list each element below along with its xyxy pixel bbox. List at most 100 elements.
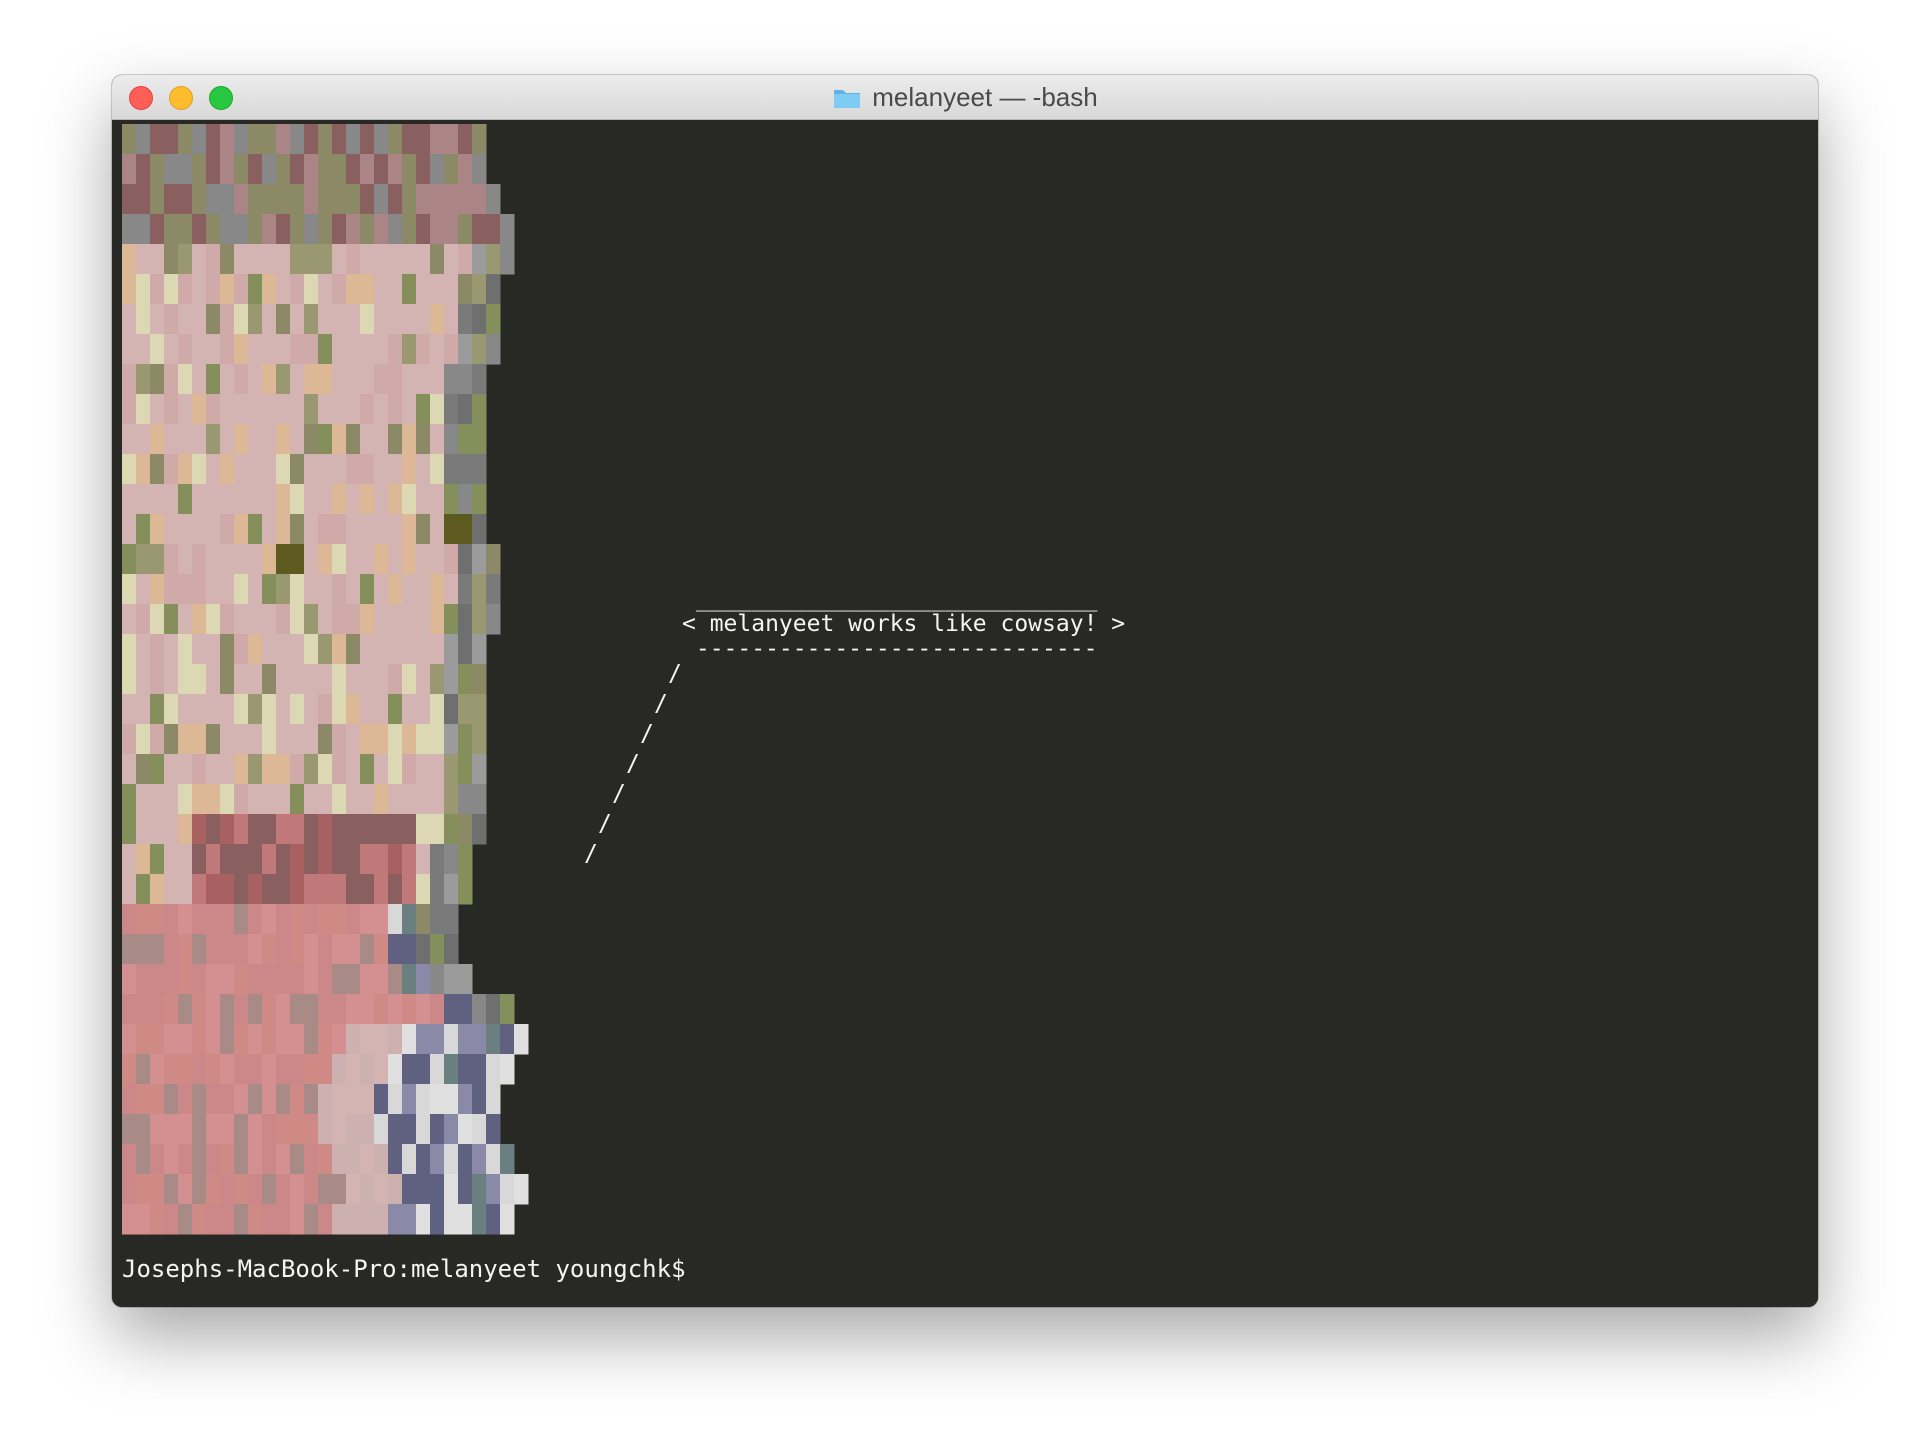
portrait-pixel (206, 274, 221, 305)
portrait-pixel (192, 844, 207, 875)
portrait-pixel (220, 814, 235, 845)
portrait-pixel (360, 544, 375, 575)
portrait-pixel (248, 754, 263, 785)
portrait-pixel (458, 814, 473, 845)
portrait-pixel (122, 1204, 137, 1235)
portrait-pixel (276, 154, 291, 185)
portrait-pixel (444, 724, 459, 755)
portrait-pixel (136, 424, 151, 455)
portrait-pixel (416, 754, 431, 785)
portrait-pixel (318, 514, 333, 545)
portrait-pixel (178, 544, 193, 575)
portrait-pixel (178, 1024, 193, 1055)
portrait-pixel (388, 844, 403, 875)
portrait-pixel (318, 754, 333, 785)
portrait-pixel (444, 544, 459, 575)
portrait-pixel (374, 274, 389, 305)
portrait-pixel (262, 904, 277, 935)
portrait-pixel (416, 1054, 431, 1085)
portrait-pixel (136, 484, 151, 515)
portrait-pixel (374, 394, 389, 425)
portrait-pixel (248, 874, 263, 905)
portrait-pixel (360, 874, 375, 905)
title-wrap: melanyeet — -bash (112, 75, 1818, 120)
portrait-pixel (444, 484, 459, 515)
portrait-pixel (346, 634, 361, 665)
portrait-pixel (164, 154, 179, 185)
portrait-pixel (304, 694, 319, 725)
portrait-pixel (304, 934, 319, 965)
terminal-content[interactable]: _____________________________ < melanyee… (112, 120, 1818, 1307)
pixel-portrait (122, 124, 529, 1235)
portrait-pixel (402, 1174, 417, 1205)
portrait-pixel (332, 154, 347, 185)
portrait-pixel (206, 964, 221, 995)
portrait-pixel (458, 694, 473, 725)
portrait-pixel (178, 994, 193, 1025)
portrait-pixel (388, 934, 403, 965)
portrait-pixel (276, 994, 291, 1025)
portrait-pixel (402, 1054, 417, 1085)
portrait-pixel (206, 364, 221, 395)
portrait-pixel (276, 724, 291, 755)
portrait-pixel (178, 1084, 193, 1115)
portrait-pixel (136, 604, 151, 635)
portrait-pixel (150, 184, 165, 215)
portrait-pixel (304, 544, 319, 575)
portrait-pixel (402, 784, 417, 815)
portrait-pixel (458, 274, 473, 305)
portrait-pixel (346, 694, 361, 725)
portrait-pixel (472, 244, 487, 275)
portrait-pixel (430, 484, 445, 515)
portrait-pixel (220, 1204, 235, 1235)
portrait-pixel (346, 244, 361, 275)
portrait-pixel (416, 484, 431, 515)
portrait-pixel (192, 484, 207, 515)
portrait-pixel (276, 844, 291, 875)
portrait-pixel (150, 934, 165, 965)
window-title: melanyeet — -bash (872, 82, 1098, 112)
portrait-pixel (164, 994, 179, 1025)
portrait-pixel (136, 874, 151, 905)
portrait-pixel (318, 964, 333, 995)
portrait-pixel (150, 1084, 165, 1115)
portrait-pixel (178, 334, 193, 365)
portrait-pixel (122, 574, 137, 605)
portrait-pixel (388, 574, 403, 605)
portrait-pixel (136, 514, 151, 545)
portrait-pixel (388, 754, 403, 785)
portrait-pixel (346, 124, 361, 155)
portrait-pixel (234, 304, 249, 335)
portrait-pixel (346, 994, 361, 1025)
portrait-pixel (472, 454, 487, 485)
portrait-pixel (136, 1174, 151, 1205)
portrait-pixel (220, 634, 235, 665)
portrait-pixel (234, 124, 249, 155)
portrait-pixel (262, 454, 277, 485)
portrait-pixel (136, 1024, 151, 1055)
portrait-pixel (374, 844, 389, 875)
portrait-pixel (444, 844, 459, 875)
portrait-pixel (122, 184, 137, 215)
portrait-pixel (248, 304, 263, 335)
portrait-eye (276, 544, 304, 574)
portrait-pixel (360, 1204, 375, 1235)
portrait-pixel (136, 724, 151, 755)
bubble-tail-6: / (598, 811, 612, 837)
portrait-pixel (318, 994, 333, 1025)
shell-prompt[interactable]: Josephs-MacBook-Pro:melanyeet youngchk$ (122, 1255, 686, 1283)
portrait-pixel (416, 364, 431, 395)
portrait-pixel (332, 574, 347, 605)
title-bar[interactable]: melanyeet — -bash (112, 75, 1818, 120)
portrait-pixel (332, 904, 347, 935)
portrait-pixel (416, 1174, 431, 1205)
portrait-pixel (220, 154, 235, 185)
portrait-pixel (346, 784, 361, 815)
portrait-pixel (486, 244, 501, 275)
portrait-pixel (164, 1174, 179, 1205)
portrait-pixel (234, 214, 249, 245)
portrait-pixel (304, 304, 319, 335)
portrait-pixel (374, 934, 389, 965)
portrait-pixel (304, 334, 319, 365)
portrait-pixel (402, 184, 417, 215)
